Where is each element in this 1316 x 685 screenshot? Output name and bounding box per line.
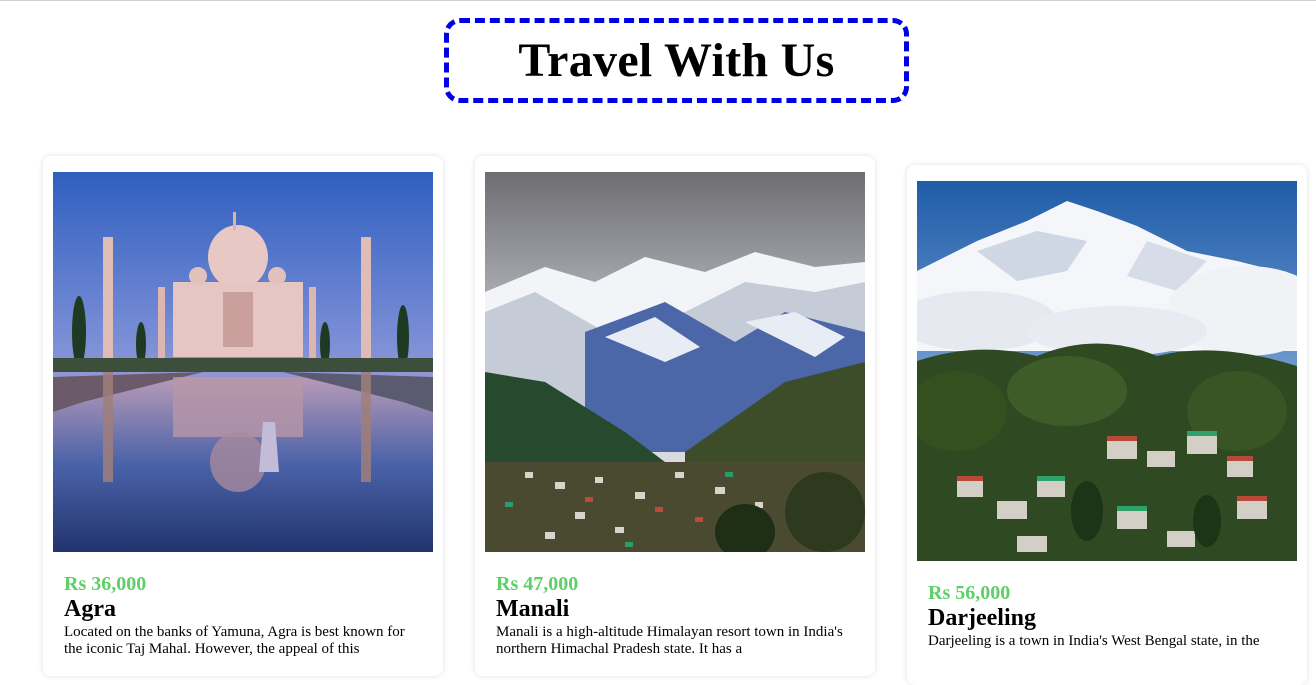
manali-mountains-image — [485, 172, 865, 552]
page-title: Travel With Us — [518, 34, 835, 87]
place-name: Manali — [496, 596, 570, 622]
place-name: Agra — [64, 596, 116, 622]
place-description: Darjeeling is a town in India's West Ben… — [928, 633, 1260, 649]
travel-card-darjeeling[interactable]: Rs 56,000 Darjeeling Darjeeling is a tow… — [907, 165, 1307, 685]
place-description: Located on the banks of Yamuna, Agra is … — [64, 624, 405, 657]
price-label: Rs 47,000 — [496, 573, 579, 595]
price-label: Rs 56,000 — [928, 582, 1011, 604]
top-divider — [0, 0, 1316, 1]
travel-card-manali[interactable]: Rs 47,000 Manali Manali is a high-altitu… — [475, 156, 875, 676]
place-name: Darjeeling — [928, 605, 1036, 631]
travel-card-agra[interactable]: Rs 36,000 Agra Located on the banks of Y… — [43, 156, 443, 676]
place-description: Manali is a high-altitude Himalayan reso… — [496, 624, 843, 657]
darjeeling-mountains-image — [917, 181, 1297, 561]
price-label: Rs 36,000 — [64, 573, 147, 595]
taj-mahal-image — [53, 172, 433, 552]
title-frame: Travel With Us — [444, 18, 909, 103]
